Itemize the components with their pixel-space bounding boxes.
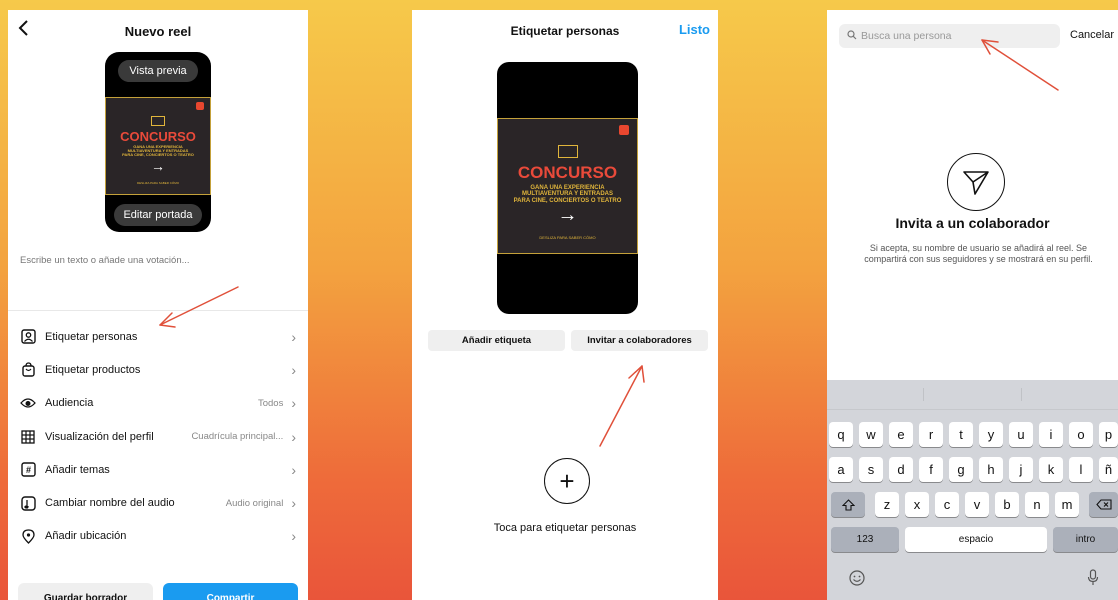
annotation-arrow-tag-people xyxy=(159,286,239,328)
annotation-arrow-invite xyxy=(599,365,645,447)
annotation-arrow-search xyxy=(981,39,1059,91)
annotation-arrows xyxy=(159,39,1059,447)
